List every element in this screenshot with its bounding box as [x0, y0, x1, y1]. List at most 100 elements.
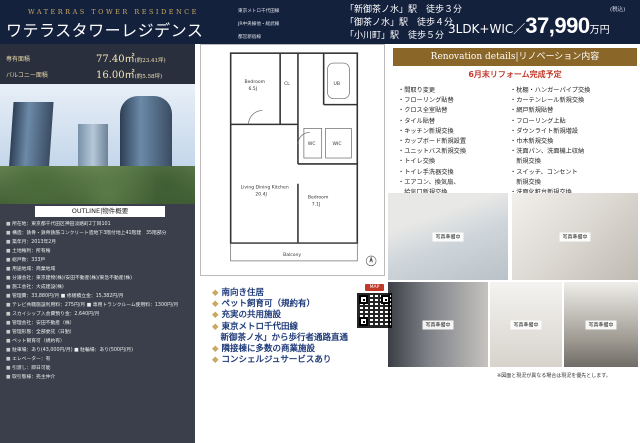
outline-list: 所在地：東京都千代田区神田淡路町2丁目101 構造：鉄骨・鉄骨鉄筋コンクリート造… — [6, 220, 178, 382]
renovation-item: ユニットバス新規交換 — [398, 147, 466, 157]
renovation-list-left: 間取り変更 フローリング貼替 クロス全室貼替 タイル貼替 キッチン新規交換 カッ… — [398, 86, 466, 198]
price-block: 3LDK+WIC／37,990万円 — [448, 13, 610, 39]
interior-photo-2: 写真準備中 — [512, 193, 638, 280]
station-3: 「小川町」駅 徒歩５分 — [345, 31, 445, 41]
feature-item: 隣接棟に多数の商業施設 — [212, 344, 348, 355]
trees — [0, 166, 195, 204]
outline-item: 管理形態：全部委託（日勤） — [6, 328, 178, 337]
station-1: 「新御茶ノ水」駅 徒歩３分 — [345, 5, 463, 15]
renovation-item: フローリング貼替 — [398, 96, 466, 106]
renovation-item: 巾木新規交換 — [510, 137, 590, 147]
line-3: 都営新宿線 — [238, 35, 261, 40]
renovation-item: トイレ交換 — [398, 157, 466, 167]
outline-item: 総戸数：333戸 — [6, 256, 178, 265]
cl-label: CL — [284, 81, 290, 87]
photo-caption: 写真準備中 — [585, 320, 617, 329]
outline-item: 管理費：33,880円/月 ■ 修繕積立金：15,382円/月 — [6, 292, 178, 301]
price-unit: 万円 — [589, 25, 610, 36]
feature-item: 東京メトロ千代田線 — [212, 322, 348, 333]
line-2: JR中央線他・総武線 — [238, 22, 280, 27]
renovation-item: 網戸新規貼替 — [510, 106, 590, 116]
renovation-subtitle: 6月末リフォーム完成予定 — [468, 70, 562, 79]
renovation-item: クロス全室貼替 — [398, 106, 466, 116]
interior-photo-1: 写真準備中 — [388, 193, 508, 280]
feature-item: ペット飼育可（規約有） — [212, 299, 348, 310]
train-lines: 東京メトロ千代田線 JR中央線他・総武線 都営新宿線 — [238, 5, 336, 44]
outline-panel: OUTLINE|物件概要 所在地：東京都千代田区神田淡路町2丁目101 構造：鉄… — [0, 204, 195, 443]
interior-photo-5: 写真準備中 — [564, 282, 638, 367]
bedroom2-label: Bedroom — [308, 195, 329, 201]
exclusive-value: 77.40㎡(約23.41坪) — [96, 54, 166, 65]
wic-label: WIC — [333, 141, 342, 147]
outline-item: 築年月：2013年2月 — [6, 238, 178, 247]
renovation-item: 枕棚・ハンガーパイプ交換 — [510, 86, 590, 96]
outline-item: 所在地：東京都千代田区神田淡路町2丁目101 — [6, 220, 178, 229]
stations: 「新御茶ノ水」駅 徒歩３分 「御茶ノ水」駅 徒歩４分 「小川町」駅 徒歩５分 — [345, 4, 462, 43]
outline-item: テレビ共聴施設利用料：275円/月 ■ 専用トランクルーム使用料：1300円/月 — [6, 301, 178, 310]
photo-caption: 写真準備中 — [422, 320, 454, 329]
balcony-label: Balcony — [283, 252, 301, 258]
interior-photo-4: 写真準備中 — [490, 282, 562, 367]
renovation-item: キッチン新規交換 — [398, 127, 466, 137]
outline-item: 引渡し：即日可能 — [6, 364, 178, 373]
outline-title: OUTLINE|物件概要 — [35, 206, 165, 217]
tax-note: (税込) — [610, 7, 626, 13]
outline-item: 駐車場：あり(43,000円/月) ■ 駐輪場：あり(500円/月) — [6, 346, 178, 355]
renovation-item: エアコン、換気扇、 — [398, 178, 466, 188]
floor-plan: Bedroom 6.5J Bedroom 7.1J Living Dining … — [200, 44, 385, 276]
outline-item: 施工会社：大成建設(株) — [6, 283, 178, 292]
layout-type: 3LDK+WIC／ — [448, 22, 526, 36]
qr-finder-icon — [381, 295, 390, 304]
qr-finder-icon — [359, 317, 368, 326]
outline-item: スカイシップ入会費預り金：2,640円/月 — [6, 310, 178, 319]
station-2: 「御茶ノ水」駅 徒歩４分 — [345, 18, 454, 28]
outline-item: エレベーター：有 — [6, 355, 178, 364]
outline-item: 分譲会社：東京建物(株)/安田不動産(株)/東急不動産(株) — [6, 274, 178, 283]
floor-plan-drawing: Bedroom 6.5J Bedroom 7.1J Living Dining … — [229, 52, 377, 267]
bedroom1-size: 6.5J — [248, 86, 257, 92]
outline-item: ペット飼育可（規約有） — [6, 337, 178, 346]
photo-caption: 写真準備中 — [559, 232, 591, 241]
building-name-jp: ワテラスタワーレジデンス — [6, 21, 204, 40]
renovation-item: 洗面パン、洗面機上収納 — [510, 147, 590, 157]
renovation-item: 間取り変更 — [398, 86, 466, 96]
qr-finder-icon — [359, 295, 368, 304]
renovation-item: タイル貼替 — [398, 117, 466, 127]
line-1: 東京メトロ千代田線 — [238, 9, 280, 14]
feature-item: コンシェルジュサービスあり — [212, 355, 348, 366]
ub-label: UB — [334, 81, 340, 87]
bedroom2-size: 7.1J — [312, 202, 321, 208]
renovation-item: 新規交換 — [516, 158, 541, 166]
balcony-label: バルコニー面積 — [6, 72, 48, 79]
ldk-size: 20.4J — [255, 192, 266, 198]
feature-list: 南向き住居 ペット飼育可（規約有） 充実の共用施設 東京メトロ千代田線 新御茶ノ… — [212, 288, 349, 366]
outline-item: 用途地域：商業地域 — [6, 265, 178, 274]
compass-icon — [365, 255, 377, 267]
renovation-list-right: 枕棚・ハンガーパイプ交換 カーテンレール新規交換 網戸新規貼替 フローリング上貼… — [510, 86, 590, 198]
price: 37,990 — [525, 13, 590, 38]
map-label: MAP — [365, 284, 384, 291]
interior-photo-3: 写真準備中 — [388, 282, 488, 367]
balcony-value: 16.00㎡(約5.58坪) — [96, 70, 163, 81]
outline-item: 管理会社：安田不動産（株） — [6, 319, 178, 328]
exclusive-label: 専有面積 — [6, 56, 31, 63]
photo-caption: 写真準備中 — [510, 320, 542, 329]
renovation-item: カップボード新規設置 — [398, 137, 466, 147]
renovation-item: トイレ手洗器交換 — [398, 168, 466, 178]
building-name-en: WATERRAS TOWER RESIDENCE — [28, 8, 199, 16]
map-qr[interactable]: MAP — [357, 284, 392, 328]
bedroom1-label: Bedroom — [245, 79, 266, 85]
feature-item: 新御茶ノ水」から歩行者通路直通 — [220, 332, 349, 343]
building-photo — [0, 84, 195, 204]
outline-item: 土地権利：所有権 — [6, 247, 178, 256]
header: WATERRAS TOWER RESIDENCE ワテラスタワーレジデンス 東京… — [0, 0, 640, 44]
wc-label: WC — [308, 141, 316, 147]
ldk-label: Living Dining Kitchen — [241, 185, 289, 191]
property-flyer: WATERRAS TOWER RESIDENCE ワテラスタワーレジデンス 東京… — [0, 0, 640, 443]
feature-item: 充実の共用施設 — [212, 310, 348, 321]
feature-item: 南向き住居 — [212, 288, 348, 299]
area-box: 専有面積 77.40㎡(約23.41坪) バルコニー面積 16.00㎡(約5.5… — [0, 44, 195, 84]
renovation-item: カーテンレール新規交換 — [510, 96, 590, 106]
outline-item: 構造：鉄骨・鉄骨鉄筋コンクリート造地下3階付地上41階建 35階部分 — [6, 229, 178, 238]
disclaimer-note: ※図面と現況が異なる場合は現況を優先とします。 — [497, 373, 611, 379]
